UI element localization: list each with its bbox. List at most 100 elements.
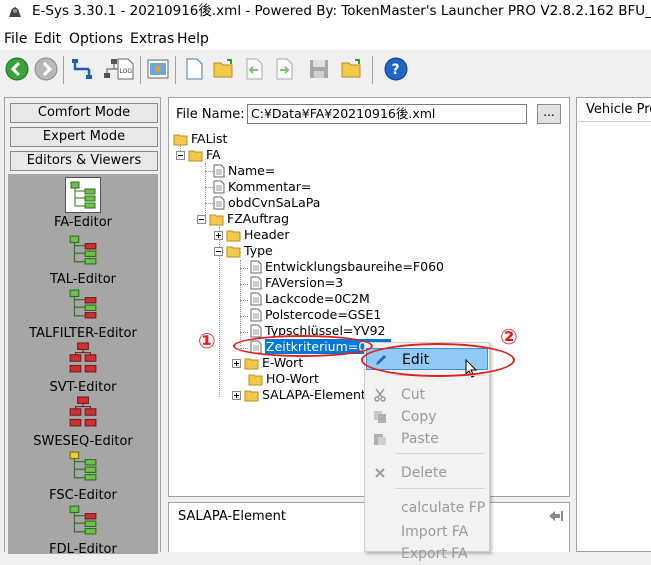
menu-item-label: calculate FP: [401, 500, 486, 516]
tree-node-label: Entwicklungsbaureihe=F060: [265, 259, 444, 274]
save-icon[interactable]: [305, 55, 333, 83]
expand-icon[interactable]: [232, 391, 241, 400]
tree-node-entwicklungsbaureihe[interactable]: Entwicklungsbaureihe=F060: [250, 259, 444, 275]
tree-node-e-wort[interactable]: E-Wort: [232, 355, 303, 371]
tal-editor-label: TAL-Editor: [49, 272, 116, 287]
tree-node-polstercode[interactable]: Polstercode=GSE1: [250, 307, 381, 323]
annotation-oval-edit: [361, 343, 515, 377]
menu-file[interactable]: File: [4, 30, 27, 48]
tree-node-kommentar[interactable]: Kommentar=: [213, 179, 311, 195]
sweseq-editor-label: SWESEQ-Editor: [33, 434, 133, 449]
tree-node-name[interactable]: Name=: [213, 163, 275, 179]
expand-icon[interactable]: [232, 359, 241, 368]
tree-node-obdcvnsalapa[interactable]: obdCvnSaLaPa: [213, 195, 320, 211]
svt-editor-item[interactable]: SVT-Editor: [8, 341, 158, 396]
copy-icon: [374, 411, 386, 423]
export-icon[interactable]: [270, 55, 298, 83]
tree-node-fzauftrag[interactable]: FZAuftrag: [197, 211, 289, 227]
tree-node-label: SALAPA-Element: [262, 387, 366, 402]
tree-node-ho-wort[interactable]: HO-Wort: [248, 371, 319, 387]
menu-item-copy[interactable]: Copy: [366, 406, 488, 428]
menu-options[interactable]: Options: [69, 30, 123, 48]
tree-node-label: Kommentar=: [228, 179, 312, 194]
tree-node-label: Name=: [228, 163, 276, 178]
log-icon[interactable]: LOG: [111, 55, 139, 83]
menu-edit[interactable]: Edit: [34, 30, 61, 48]
annotation-oval-zeitkriterium: [233, 335, 373, 357]
menu-item-cut[interactable]: Cut: [366, 384, 488, 406]
tree-node-label: Polstercode=GSE1: [265, 307, 382, 322]
annotation-step-2: ②: [500, 325, 518, 349]
divider: [395, 488, 485, 489]
menu-item-export-fa[interactable]: Export FA: [366, 543, 488, 565]
menu-item-label: Cut: [401, 387, 426, 403]
forward-icon[interactable]: [32, 55, 60, 83]
fsc-editor-icon: [69, 451, 97, 481]
help-icon[interactable]: ?: [382, 55, 410, 83]
connect-icon[interactable]: [68, 55, 96, 83]
tree-node-type[interactable]: Type: [214, 243, 273, 259]
editors-viewers-button[interactable]: Editors & Viewers: [10, 151, 158, 171]
collapse-icon[interactable]: [197, 215, 206, 224]
document-icon: [250, 324, 262, 338]
menu-bar: File Edit Options Extras Help: [0, 28, 651, 50]
browse-button[interactable]: ...: [537, 104, 561, 124]
menu-item-label: Import FA: [401, 524, 469, 540]
fa-editor-item[interactable]: FA-Editor: [8, 177, 158, 231]
menu-item-delete[interactable]: Delete: [366, 462, 488, 484]
left-panel: Comfort Mode Expert Mode Editors & Viewe…: [4, 97, 161, 557]
tree-node-label: FA: [206, 147, 221, 162]
menu-item-calculate-fp[interactable]: calculate FP: [366, 497, 488, 519]
svg-text:LOG: LOG: [120, 68, 133, 75]
talfilter-editor-item[interactable]: TALFILTER-Editor: [8, 287, 158, 342]
fa-editor-label: FA-Editor: [53, 215, 113, 230]
collapse-icon[interactable]: [214, 247, 223, 256]
menu-item-label: Delete: [401, 465, 447, 481]
document-icon: [250, 276, 262, 290]
app-logo-icon: [9, 7, 21, 17]
document-icon: [213, 180, 225, 194]
menu-extras[interactable]: Extras: [130, 30, 174, 48]
svt-editor-label: SVT-Editor: [49, 380, 117, 395]
image-icon[interactable]: [144, 55, 172, 83]
fdl-editor-label: FDL-Editor: [49, 542, 117, 557]
tree-node-faversion[interactable]: FAVersion=3: [250, 275, 343, 291]
tree-node-label: FAList: [191, 131, 228, 146]
open-folder-icon[interactable]: [210, 55, 238, 83]
tree-node-falist[interactable]: FAList: [173, 131, 227, 147]
pin-icon[interactable]: [547, 508, 565, 524]
tree-node-salapa[interactable]: SALAPA-Element: [232, 387, 366, 403]
menu-help[interactable]: Help: [177, 30, 209, 48]
fdl-editor-item[interactable]: FDL-Editor: [8, 503, 158, 558]
folder-icon: [226, 230, 241, 242]
tree-node-lackcode[interactable]: Lackcode=0C2M: [250, 291, 370, 307]
file-name-input[interactable]: C:¥Data¥FA¥20210916後.xml: [247, 104, 527, 124]
import-icon[interactable]: [240, 55, 268, 83]
sweseq-editor-item[interactable]: SWESEQ-Editor: [8, 395, 158, 450]
expert-mode-button[interactable]: Expert Mode: [10, 127, 158, 147]
tree-node-fa[interactable]: FA: [176, 147, 221, 163]
back-icon[interactable]: [3, 55, 31, 83]
tal-editor-item[interactable]: TAL-Editor: [8, 233, 158, 288]
collapse-icon[interactable]: [176, 151, 185, 160]
open-folder-icon[interactable]: [338, 55, 366, 83]
new-file-icon[interactable]: [180, 55, 208, 83]
menu-item-label: Export FA: [401, 546, 468, 562]
talfilter-editor-icon: [69, 289, 97, 319]
document-icon: [213, 196, 225, 210]
svg-text:?: ?: [392, 62, 400, 78]
tree-node-label: FAVersion=3: [265, 275, 344, 290]
menu-item-paste[interactable]: Paste: [366, 428, 488, 450]
menu-item-import-fa[interactable]: Import FA: [366, 521, 488, 543]
tal-editor-icon: [69, 235, 97, 265]
divider: [576, 121, 651, 122]
tree-node-label: Header: [244, 227, 290, 242]
menu-item-label: Copy: [401, 409, 437, 425]
tree-node-header[interactable]: Header: [214, 227, 290, 243]
fsc-editor-item[interactable]: FSC-Editor: [8, 449, 158, 504]
comfort-mode-button[interactable]: Comfort Mode: [10, 103, 158, 123]
expand-icon[interactable]: [214, 231, 223, 240]
delete-icon: [375, 468, 385, 478]
svt-editor-icon: [69, 342, 97, 373]
folder-icon: [248, 374, 263, 386]
